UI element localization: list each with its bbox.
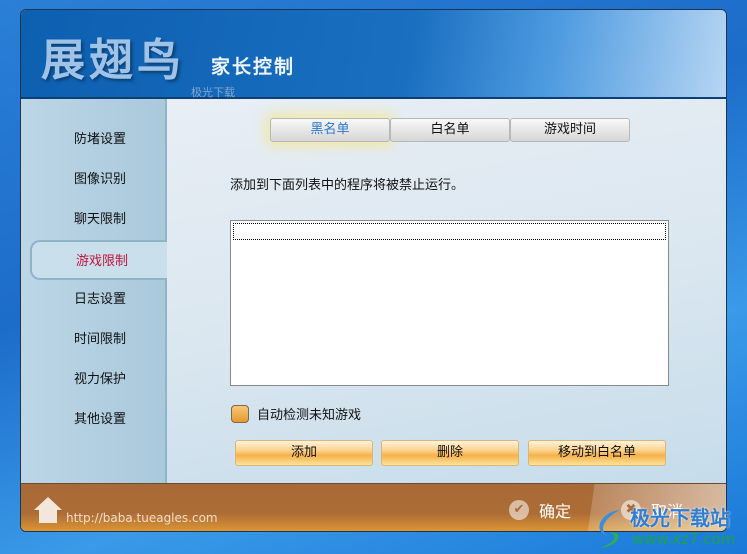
sidebar-item-anti-block[interactable]: 防堵设置: [21, 120, 167, 160]
app-logo: 展翅鸟: [41, 35, 185, 86]
blacklist-listbox[interactable]: [230, 220, 669, 386]
checkbox-box[interactable]: [231, 404, 249, 423]
sidebar-item-image-recognition[interactable]: 图像识别: [21, 160, 167, 200]
move-to-whitelist-button[interactable]: 移动到白名单: [528, 440, 666, 466]
auto-detect-label: 自动检测未知游戏: [257, 408, 362, 423]
tab-game-time[interactable]: 游戏时间: [510, 118, 630, 142]
add-button[interactable]: 添加: [235, 440, 373, 466]
ok-button[interactable]: ✔ 确定: [509, 498, 571, 522]
tab-bar: 黑名单 白名单 游戏时间: [270, 118, 630, 142]
main-panel: 黑名单 白名单 游戏时间 添加到下面列表中的程序将被禁止运行。 自动检测未知游戏…: [167, 99, 726, 483]
sidebar-item-chat-limit[interactable]: 聊天限制: [21, 200, 167, 240]
home-icon[interactable]: [33, 496, 63, 524]
auto-detect-checkbox[interactable]: 自动检测未知游戏: [231, 404, 361, 423]
ok-label: 确定: [539, 502, 572, 521]
tab-blacklist[interactable]: 黑名单: [270, 118, 390, 142]
close-icon: ✖: [621, 500, 641, 520]
sidebar-item-other-settings[interactable]: 其他设置: [21, 400, 167, 440]
focus-row[interactable]: [233, 223, 666, 240]
cancel-button[interactable]: ✖ 取消: [621, 498, 683, 522]
sidebar-item-log-settings[interactable]: 日志设置: [21, 280, 167, 320]
check-icon: ✔: [509, 500, 529, 520]
description: 添加到下面列表中的程序将被禁止运行。: [230, 178, 465, 193]
delete-button[interactable]: 删除: [381, 440, 519, 466]
footer: http://baba.tueagles.com ✔ 确定 ✖ 取消: [21, 483, 726, 531]
sidebar-item-eye-protection[interactable]: 视力保护: [21, 360, 167, 400]
app-window: 展翅鸟 家长控制 极光下载 防堵设置 图像识别 聊天限制 游戏限制 日志设置 时…: [20, 9, 727, 532]
brand-site: www.xz7.com: [632, 530, 736, 548]
cancel-label: 取消: [651, 502, 684, 521]
sidebar: 防堵设置 图像识别 聊天限制 游戏限制 日志设置 时间限制 视力保护 其他设置: [21, 99, 170, 483]
watermark-text: 极光下载: [191, 86, 235, 99]
sidebar-item-time-limit[interactable]: 时间限制: [21, 320, 167, 360]
header: 展翅鸟 家长控制 极光下载: [21, 10, 726, 99]
tab-whitelist[interactable]: 白名单: [390, 118, 510, 142]
app-subtitle: 家长控制: [211, 56, 296, 78]
sidebar-item-game-limit[interactable]: 游戏限制: [30, 240, 170, 280]
website-link[interactable]: http://baba.tueagles.com: [66, 511, 218, 525]
